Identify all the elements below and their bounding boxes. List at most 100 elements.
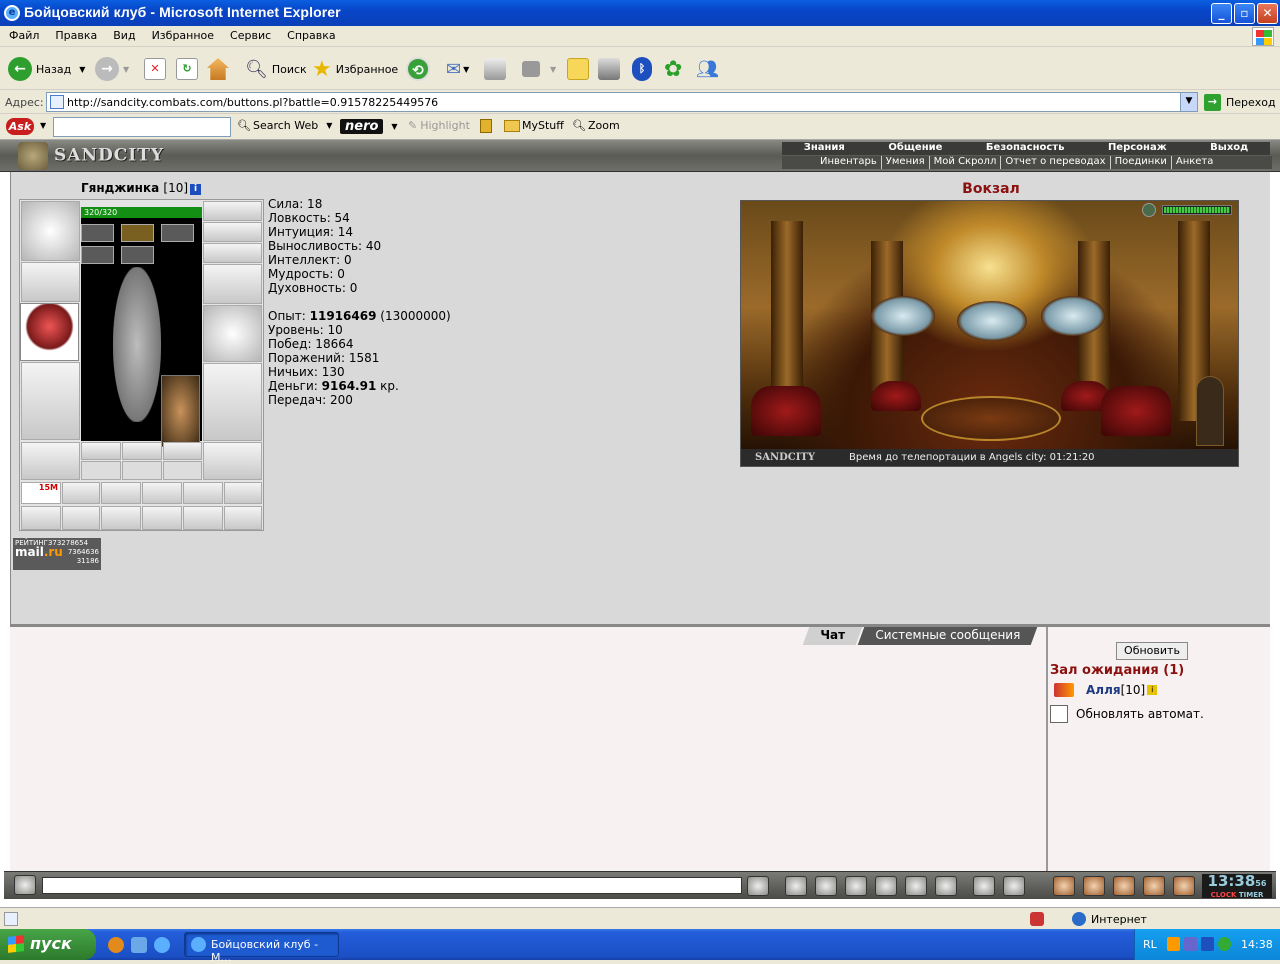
maximize-button[interactable]: ▫	[1234, 3, 1255, 24]
pocket-slot-4[interactable]	[81, 461, 121, 480]
scroll-slot-3[interactable]	[142, 482, 182, 504]
stop-button[interactable]: ✕	[144, 55, 166, 83]
helmet-slot[interactable]	[21, 201, 80, 261]
scroll-slot-5[interactable]	[224, 482, 262, 504]
toolbar-options-icon[interactable]	[480, 119, 492, 133]
flower-item-slot[interactable]	[20, 303, 79, 361]
refresh-button[interactable]: Обновить	[1116, 642, 1188, 660]
pocket-slot-3[interactable]	[163, 442, 202, 460]
refresh-button[interactable]: ↻	[176, 55, 198, 83]
rune-slot-3[interactable]	[161, 224, 194, 242]
scroll-slot-2[interactable]	[101, 482, 141, 504]
nav-character[interactable]: Персонаж	[1108, 142, 1167, 155]
teleport-door[interactable]	[1196, 376, 1224, 446]
close-button[interactable]: ✕	[1257, 3, 1278, 24]
scroll-slot-1[interactable]	[62, 482, 100, 504]
back-button[interactable]: ← Назад ▼	[8, 55, 85, 83]
shield-slot[interactable]	[203, 305, 262, 362]
network-tray-icon[interactable]	[1184, 937, 1197, 951]
info-icon[interactable]: i	[1147, 685, 1158, 695]
minimize-button[interactable]: _	[1211, 3, 1232, 24]
eraser-icon[interactable]	[785, 876, 807, 896]
ie-quicklaunch-icon[interactable]	[154, 937, 170, 953]
media-tray-icon[interactable]	[1167, 937, 1180, 951]
search-button[interactable]: 🔍︎ Поиск	[245, 55, 307, 83]
pocket-slot-2[interactable]	[122, 442, 162, 460]
nav-transfer-report[interactable]: Отчет о переводах	[1001, 156, 1111, 169]
group-icon[interactable]	[1113, 876, 1135, 896]
amulet-slot[interactable]	[203, 222, 262, 242]
info-icon[interactable]: i	[190, 184, 202, 195]
rune-slot-5[interactable]	[121, 246, 154, 264]
menu-edit[interactable]: Правка	[46, 26, 104, 42]
nav-exit[interactable]: Выход	[1210, 142, 1248, 155]
speed-icon[interactable]	[905, 876, 927, 896]
mail-button[interactable]: ✉ ▼	[446, 55, 469, 83]
search-web-button[interactable]: 🔍︎ Search Web ▼	[237, 119, 332, 132]
scroll-slot-8[interactable]	[101, 506, 141, 530]
scroll-icon[interactable]	[1083, 876, 1105, 896]
refresh-location-icon[interactable]	[1142, 203, 1156, 217]
sound-icon[interactable]	[935, 876, 957, 896]
helmet-icon[interactable]	[1003, 876, 1025, 896]
ask-logo[interactable]: Ask	[6, 118, 34, 135]
language-indicator[interactable]: RL	[1143, 938, 1157, 951]
send-enter-icon[interactable]	[747, 876, 769, 896]
menu-help[interactable]: Справка	[278, 26, 342, 42]
exit-door-icon[interactable]	[1173, 876, 1195, 896]
armor-slot[interactable]	[21, 362, 80, 440]
icq-tray-icon[interactable]	[1218, 937, 1231, 951]
pocket-slot-1[interactable]	[81, 442, 121, 460]
nero-button[interactable]: nero ▼	[340, 119, 398, 134]
address-input[interactable]: http://sandcity.combats.com/buttons.pl?b…	[46, 92, 1198, 112]
rune-slot-2[interactable]	[121, 224, 154, 242]
go-button[interactable]: → Переход	[1204, 94, 1276, 111]
room-user[interactable]: Алля [10] i	[1054, 683, 1158, 697]
belt-slot[interactable]	[21, 442, 80, 480]
save-icon[interactable]	[845, 876, 867, 896]
nav-profile[interactable]: Анкета	[1172, 156, 1218, 169]
favorites-button[interactable]: ★ Избранное	[312, 55, 398, 83]
scroll-slot-10[interactable]	[183, 506, 223, 530]
scroll-slot-7[interactable]	[62, 506, 100, 530]
ask-search-input[interactable]	[53, 117, 231, 137]
chat-message-input[interactable]	[42, 877, 742, 894]
nav-skills[interactable]: Умения	[882, 156, 930, 169]
rune-slot-1[interactable]	[81, 224, 114, 242]
nav-security[interactable]: Безопасность	[986, 142, 1065, 155]
forward-button[interactable]: → ▼	[95, 55, 129, 83]
scroll-slot-6[interactable]	[21, 506, 61, 530]
private-message-icon[interactable]	[1054, 683, 1074, 697]
filter-icon[interactable]	[815, 876, 837, 896]
boots-slot[interactable]	[203, 442, 262, 480]
gloves-slot[interactable]	[203, 264, 262, 304]
tab-system-messages[interactable]: Системные сообщения	[857, 627, 1037, 645]
nav-my-scroll[interactable]: Мой Скролл	[930, 156, 1002, 169]
bluetooth-button[interactable]: ᛒ	[632, 55, 652, 83]
nav-communication[interactable]: Общение	[888, 142, 942, 155]
menu-favorites[interactable]: Избранное	[143, 26, 221, 42]
tab-chat[interactable]: Чат	[802, 627, 863, 645]
highlight-button[interactable]: ✎ Highlight	[408, 119, 470, 132]
auto-refresh-checkbox[interactable]	[1050, 705, 1068, 723]
rune-slot-4[interactable]	[81, 246, 114, 264]
address-dropdown-icon[interactable]: ▼	[1180, 93, 1197, 111]
nav-fights[interactable]: Поединки	[1111, 156, 1172, 169]
people-icon[interactable]	[1143, 876, 1165, 896]
scroll-slot-9[interactable]	[142, 506, 182, 530]
pet-squirrel-image[interactable]	[161, 375, 200, 447]
bluetooth-tray-icon[interactable]	[1201, 937, 1214, 951]
earrings-slot[interactable]	[203, 201, 262, 221]
icq-button[interactable]: ✿	[664, 55, 682, 83]
show-desktop-icon[interactable]	[131, 937, 147, 953]
smiley-icon[interactable]	[973, 876, 995, 896]
bracers-slot[interactable]	[21, 262, 80, 302]
history-button[interactable]: ⟲	[406, 55, 434, 83]
research-button[interactable]	[598, 55, 620, 83]
notes-button[interactable]	[567, 55, 589, 83]
home-button[interactable]	[207, 55, 229, 83]
fight-icon[interactable]	[875, 876, 897, 896]
print-button[interactable]	[484, 55, 506, 83]
menu-view[interactable]: Вид	[104, 26, 142, 42]
zoom-button[interactable]: 🔍︎ Zoom	[572, 119, 620, 132]
